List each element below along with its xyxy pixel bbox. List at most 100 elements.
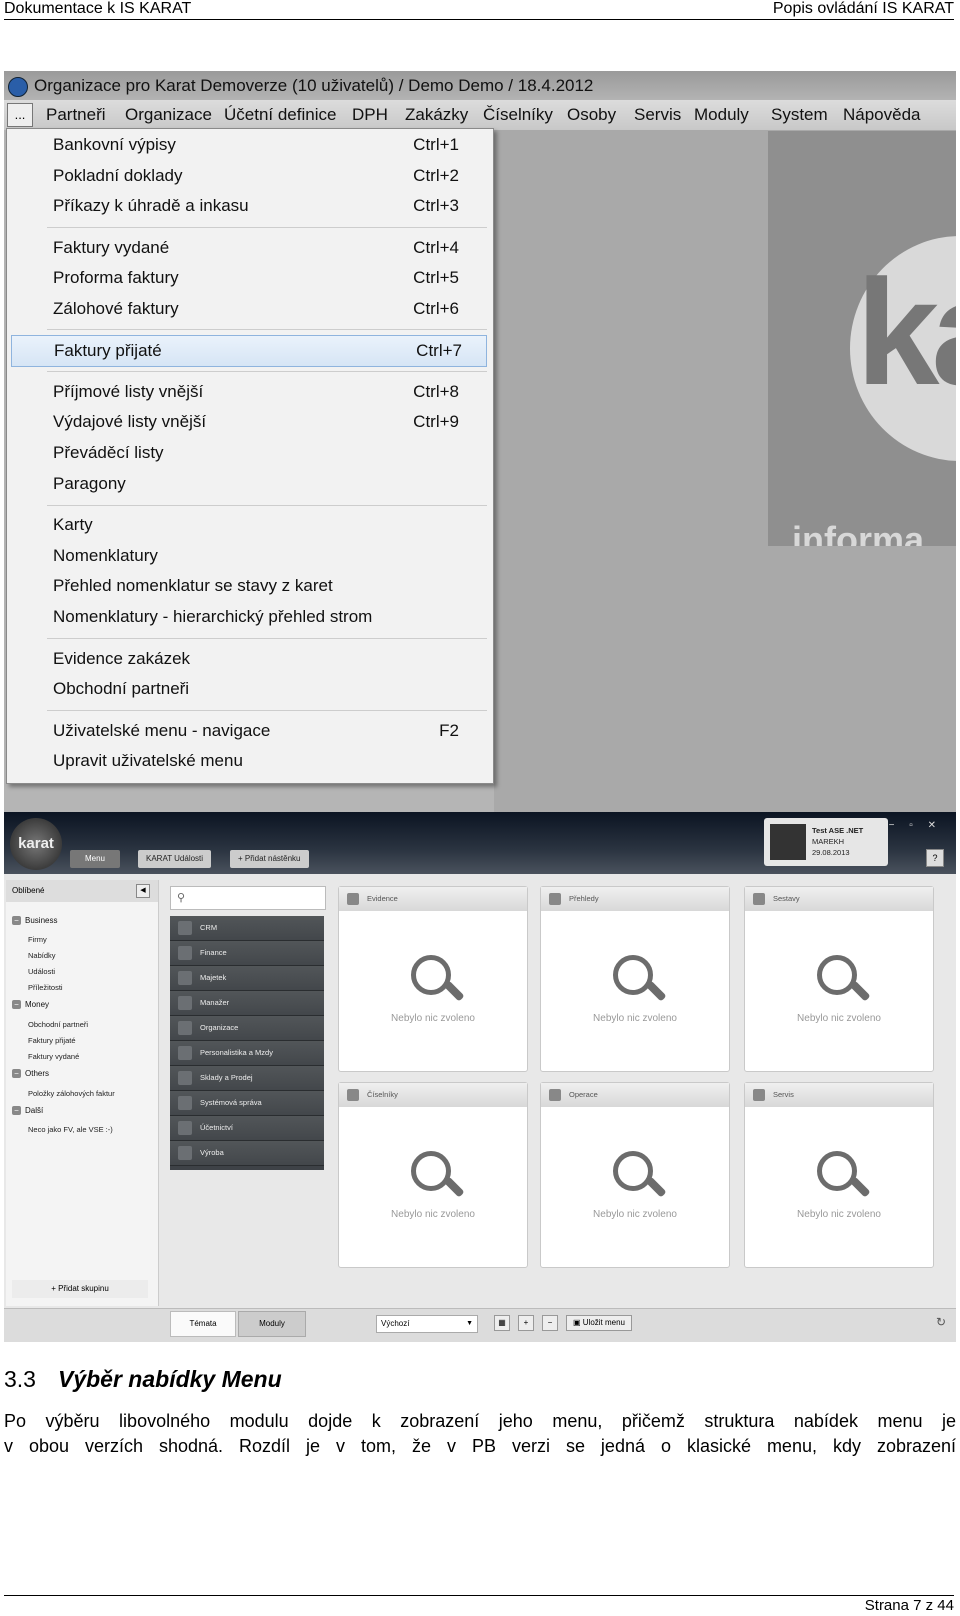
dropdown-gutter [7,129,43,783]
brand-text: informa [792,519,925,546]
window-title: Organizace pro Karat Demoverze (10 uživa… [34,76,594,95]
refresh-icon[interactable]: ↻ [936,1315,946,1329]
module-icon [178,1096,192,1110]
dropdown-item[interactable]: Nomenklatury [53,541,483,571]
tab-modules[interactable]: Moduly [238,1311,306,1337]
sidebar-item[interactable]: Faktury přijaté [28,1036,76,1045]
karat-logo: karat [10,818,62,870]
dropdown-item[interactable]: Paragony [53,469,483,499]
magnifier-icon [817,955,857,995]
grid-view-icon[interactable]: ▦ [494,1315,510,1331]
menu-system[interactable]: System [771,100,828,130]
avatar [770,824,806,860]
sidebar-item[interactable]: Obchodní partneři [28,1020,88,1029]
module-item[interactable]: Výroba [170,1141,324,1166]
add-icon[interactable]: + [518,1315,534,1331]
sidebar-item[interactable]: Události [28,967,55,976]
dropdown-item[interactable]: Uživatelské menu - navigace F2 [53,716,483,746]
section-heading: 3.3 Výběr nabídky Menu [4,1366,282,1393]
dropdown-separator [47,638,487,639]
dropdown-item[interactable]: Bankovní výpisy Ctrl+1 [53,130,483,160]
module-item[interactable]: Finance [170,941,324,966]
module-list: CRM Finance Majetek Manažer Organizace P… [170,916,324,1170]
header-right: Popis ovládání IS KARAT [772,0,954,17]
chevron-down-icon: ▼ [466,1320,473,1327]
menu-servis[interactable]: Servis [634,100,681,130]
dropdown-item[interactable]: Příkazy k úhradě a inkasu Ctrl+3 [53,191,483,221]
tools-icon [753,1089,765,1101]
dropdown-item-selected[interactable]: Faktury přijaté Ctrl+7 [11,335,487,367]
section-title: Výběr nabídky Menu [57,1366,282,1392]
module-item[interactable]: Organizace [170,1016,324,1041]
tab-themes[interactable]: Témata [170,1311,236,1337]
app-logo-icon [8,77,28,97]
module-item[interactable]: Účetnictví [170,1116,324,1141]
dropdown-item[interactable]: Převáděcí listy [53,438,483,468]
dropdown-item[interactable]: Zálohové faktury Ctrl+6 [53,294,483,324]
module-item[interactable]: Majetek [170,966,324,991]
menu-moduly[interactable]: Moduly [694,100,749,130]
dropdown-item[interactable]: Výdajové listy vnější Ctrl+9 [53,407,483,437]
menu-ciselniky[interactable]: Číselníky [483,100,553,130]
paragraph-line: v obou verzích shodná. Rozdíl je v tom, … [4,1436,956,1456]
sidebar-item[interactable]: Firmy [28,935,47,944]
dropdown-item[interactable]: Evidence zakázek [53,644,483,674]
list-icon [347,893,359,905]
pb-menu-screenshot: Organizace pro Karat Demoverze (10 uživa… [4,71,956,812]
menu-osoby[interactable]: Osoby [567,100,616,130]
group-header[interactable]: − Business [12,916,57,925]
module-item[interactable]: Systémová správa [170,1091,324,1116]
menu-partneri[interactable]: Partneři [46,100,106,130]
events-button[interactable]: KARAT Události [138,850,212,868]
module-item[interactable]: Manažer [170,991,324,1016]
layout-select[interactable]: Výchozí ▼ [376,1315,478,1333]
window-buttons[interactable]: − ▫ ✕ [889,820,942,831]
menu-dph[interactable]: DPH [352,100,388,130]
module-item[interactable]: Sklady a Prodej [170,1066,324,1091]
menu-organizace[interactable]: Organizace [125,100,212,130]
module-item[interactable]: CRM [170,916,324,941]
sidebar-item[interactable]: Nabídky [28,951,56,960]
dropdown-separator [47,710,487,711]
sidebar-header: Oblíbené ◀ [6,880,158,902]
dropdown-item[interactable]: Příjmové listy vnější Ctrl+8 [53,377,483,407]
dropdown-separator [47,505,487,506]
panel-operace: Operace Nebylo nic zvoleno [540,1082,730,1268]
dropdown-item[interactable]: Faktury vydané Ctrl+4 [53,233,483,263]
magnifier-icon [613,955,653,995]
menu-napoveda[interactable]: Nápověda [843,100,921,130]
paragraph-line: Po výběru libovolného modulu dojde k zob… [4,1411,956,1431]
save-menu-button[interactable]: ▣ Uložit menu [566,1315,632,1331]
module-search-input[interactable]: ⚲ [170,886,326,910]
dropdown-item[interactable]: Přehled nomenklatur se stavy z karet [53,571,483,601]
group-header[interactable]: − Money [12,1000,49,1009]
remove-icon[interactable]: − [542,1315,558,1331]
group-header[interactable]: − Others [12,1069,49,1078]
dropdown-item[interactable]: Nomenklatury - hierarchický přehled stro… [53,602,483,632]
panel-ciselniky: Číselníky Nebylo nic zvoleno [338,1082,528,1268]
group-header[interactable]: − Další [12,1106,43,1115]
dropdown-item[interactable]: Pokladní doklady Ctrl+2 [53,161,483,191]
dropdown-item[interactable]: Karty [53,510,483,540]
sidebar-item[interactable]: Příležitosti [28,983,63,992]
add-group-button[interactable]: + Přidat skupinu [12,1280,148,1298]
menu-ucetni-definice[interactable]: Účetní definice [224,100,336,130]
dropdown-separator [47,371,487,372]
section-number: 3.3 [4,1366,36,1392]
main-menu-button[interactable]: ... [7,103,33,127]
menu-button[interactable]: Menu [70,850,120,868]
add-board-button[interactable]: + Přidat nástěnku [230,850,309,868]
collapse-icon[interactable]: ◀ [136,884,150,898]
magnifier-icon [817,1151,857,1191]
sidebar-title: Oblíbené [12,886,45,895]
sidebar-item[interactable]: Položky zálohových faktur [28,1089,115,1098]
dropdown-item[interactable]: Obchodní partneři [53,674,483,704]
sidebar-item[interactable]: Neco jako FV, ale VSE :-) [28,1125,113,1134]
dropdown-item[interactable]: Upravit uživatelské menu [53,746,483,776]
sidebar-item[interactable]: Faktury vydané [28,1052,79,1061]
module-item[interactable]: Personalistika a Mzdy [170,1041,324,1066]
header-left: Dokumentace k IS KARAT [4,0,192,17]
dropdown-item[interactable]: Proforma faktury Ctrl+5 [53,263,483,293]
menu-zakazky[interactable]: Zakázky [405,100,468,130]
help-button[interactable]: ? [926,849,944,867]
